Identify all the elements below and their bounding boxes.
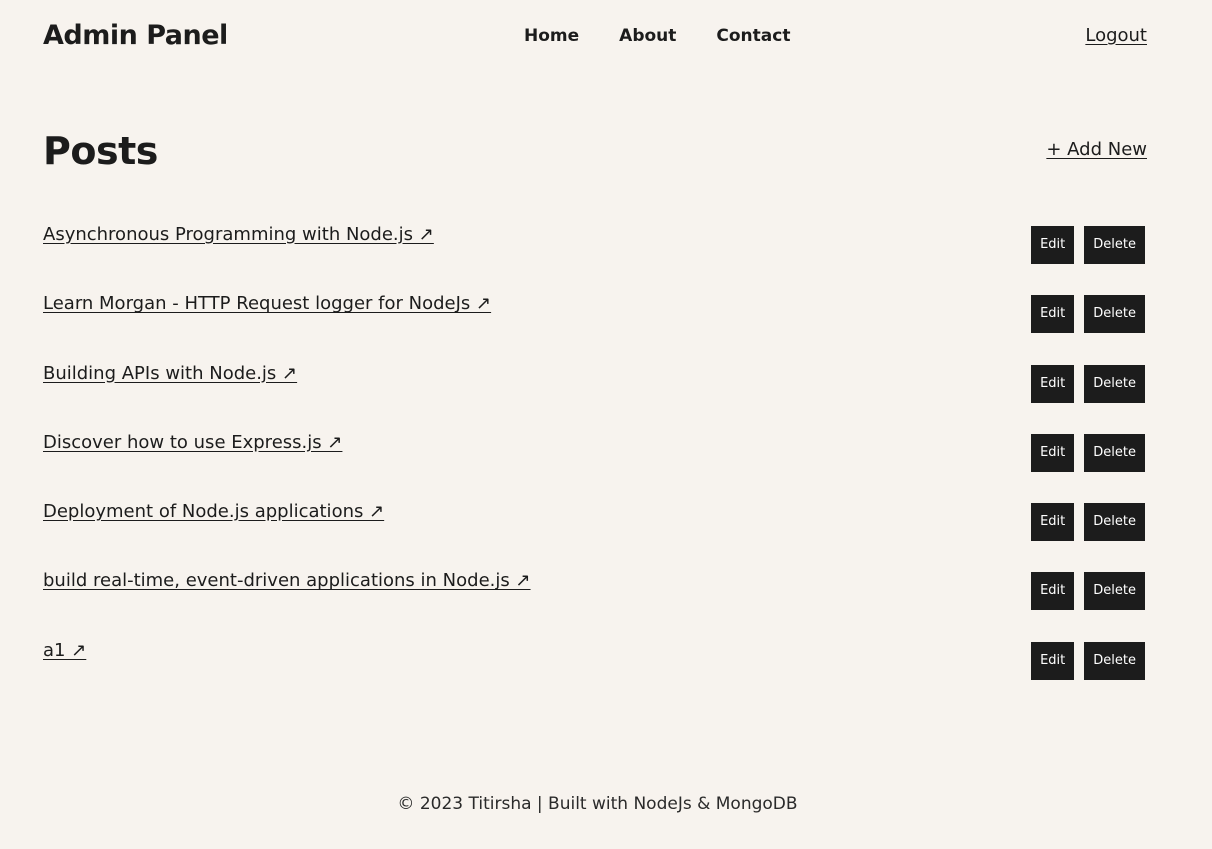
post-title-link[interactable]: a1 ↗ (43, 638, 86, 664)
delete-button[interactable]: Delete (1084, 433, 1145, 472)
logout-link[interactable]: Logout (1085, 24, 1147, 48)
admin-title-row: Posts + Add New (43, 128, 1147, 174)
page-title: Posts (43, 129, 158, 173)
edit-button[interactable]: Edit (1031, 503, 1075, 542)
nav-about-link[interactable]: About (619, 24, 676, 48)
post-actions: Edit Delete (1031, 641, 1145, 680)
post-actions: Edit Delete (1031, 503, 1145, 542)
post-title-link[interactable]: Discover how to use Express.js ↗ (43, 430, 342, 456)
nav-contact-link[interactable]: Contact (716, 24, 790, 48)
edit-button[interactable]: Edit (1031, 364, 1075, 403)
post-item: Discover how to use Express.js ↗ Edit De… (43, 426, 1147, 495)
delete-button[interactable]: Delete (1084, 226, 1145, 264)
post-actions: Edit Delete (1031, 572, 1145, 611)
logo[interactable]: Admin Panel (43, 18, 228, 54)
site-header: Admin Panel Home About Contact Logout (43, 18, 1147, 56)
delete-button[interactable]: Delete (1084, 572, 1145, 611)
delete-button[interactable]: Delete (1084, 641, 1145, 680)
post-title-link[interactable]: Learn Morgan - HTTP Request logger for N… (43, 291, 491, 317)
post-item: Asynchronous Programming with Node.js ↗ … (43, 218, 1147, 287)
post-item: Building APIs with Node.js ↗ Edit Delete (43, 357, 1147, 426)
post-title-link[interactable]: Deployment of Node.js applications ↗ (43, 499, 384, 525)
delete-button[interactable]: Delete (1084, 295, 1145, 334)
delete-button[interactable]: Delete (1084, 364, 1145, 403)
posts-list: Asynchronous Programming with Node.js ↗ … (43, 218, 1147, 703)
post-item: build real-time, event-driven applicatio… (43, 564, 1147, 633)
edit-button[interactable]: Edit (1031, 572, 1075, 611)
site-footer: © 2023 Titirsha | Built with NodeJs & Mo… (397, 794, 798, 814)
delete-button[interactable]: Delete (1084, 503, 1145, 542)
post-actions: Edit Delete (1031, 364, 1145, 403)
main-nav: Home About Contact (524, 24, 790, 48)
post-actions: Edit Delete (1031, 433, 1145, 472)
post-item: Deployment of Node.js applications ↗ Edi… (43, 495, 1147, 564)
post-title-link[interactable]: Asynchronous Programming with Node.js ↗ (43, 222, 434, 248)
post-title-link[interactable]: Building APIs with Node.js ↗ (43, 361, 297, 387)
add-new-link[interactable]: + Add New (1046, 138, 1147, 162)
edit-button[interactable]: Edit (1031, 295, 1075, 334)
post-item: Learn Morgan - HTTP Request logger for N… (43, 287, 1147, 356)
post-actions: Edit Delete (1031, 226, 1145, 264)
nav-home-link[interactable]: Home (524, 24, 579, 48)
post-title-link[interactable]: build real-time, event-driven applicatio… (43, 568, 531, 594)
edit-button[interactable]: Edit (1031, 433, 1075, 472)
edit-button[interactable]: Edit (1031, 641, 1075, 680)
post-item: a1 ↗ Edit Delete (43, 634, 1147, 703)
post-actions: Edit Delete (1031, 295, 1145, 334)
edit-button[interactable]: Edit (1031, 226, 1075, 264)
